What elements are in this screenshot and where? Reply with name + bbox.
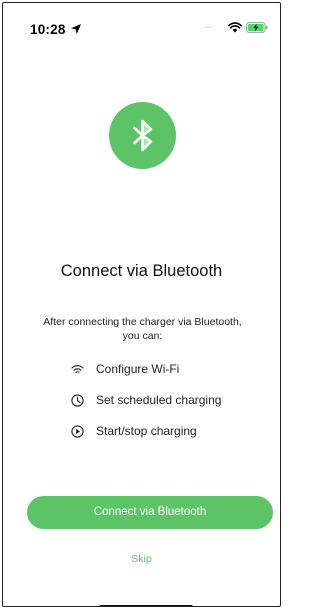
feature-item-schedule: Set scheduled charging: [71, 391, 221, 409]
clock-icon: [71, 393, 84, 407]
status-bar: 10:28 ....: [3, 3, 280, 43]
feature-item-wifi: Configure Wi-Fi: [71, 360, 179, 378]
status-time: 10:28: [30, 22, 66, 37]
skip-link[interactable]: Skip: [3, 553, 280, 565]
page-title: Connect via Bluetooth: [60, 262, 223, 280]
bluetooth-icon: [133, 119, 153, 152]
feature-label: Set scheduled charging: [96, 393, 222, 407]
feature-item-start-stop: Start/stop charging: [71, 422, 197, 440]
play-circle-icon: [71, 424, 84, 438]
feature-label: Start/stop charging: [96, 424, 197, 438]
battery-charging-icon: [246, 22, 268, 33]
description-text: After connecting the charger via Bluetoo…: [43, 316, 242, 342]
signal-strength-indicator: ....: [204, 20, 212, 31]
wifi-icon: [71, 364, 84, 373]
feature-label: Configure Wi-Fi: [96, 362, 180, 376]
bluetooth-badge: [109, 102, 176, 169]
location-arrow-icon: [71, 24, 81, 34]
home-indicator: [99, 605, 193, 606]
wifi-icon: [228, 22, 242, 33]
connect-bluetooth-button[interactable]: Connect via Bluetooth: [27, 496, 273, 529]
screen-frame: 10:28 .... Connect via Bluetooth After c…: [2, 2, 281, 607]
